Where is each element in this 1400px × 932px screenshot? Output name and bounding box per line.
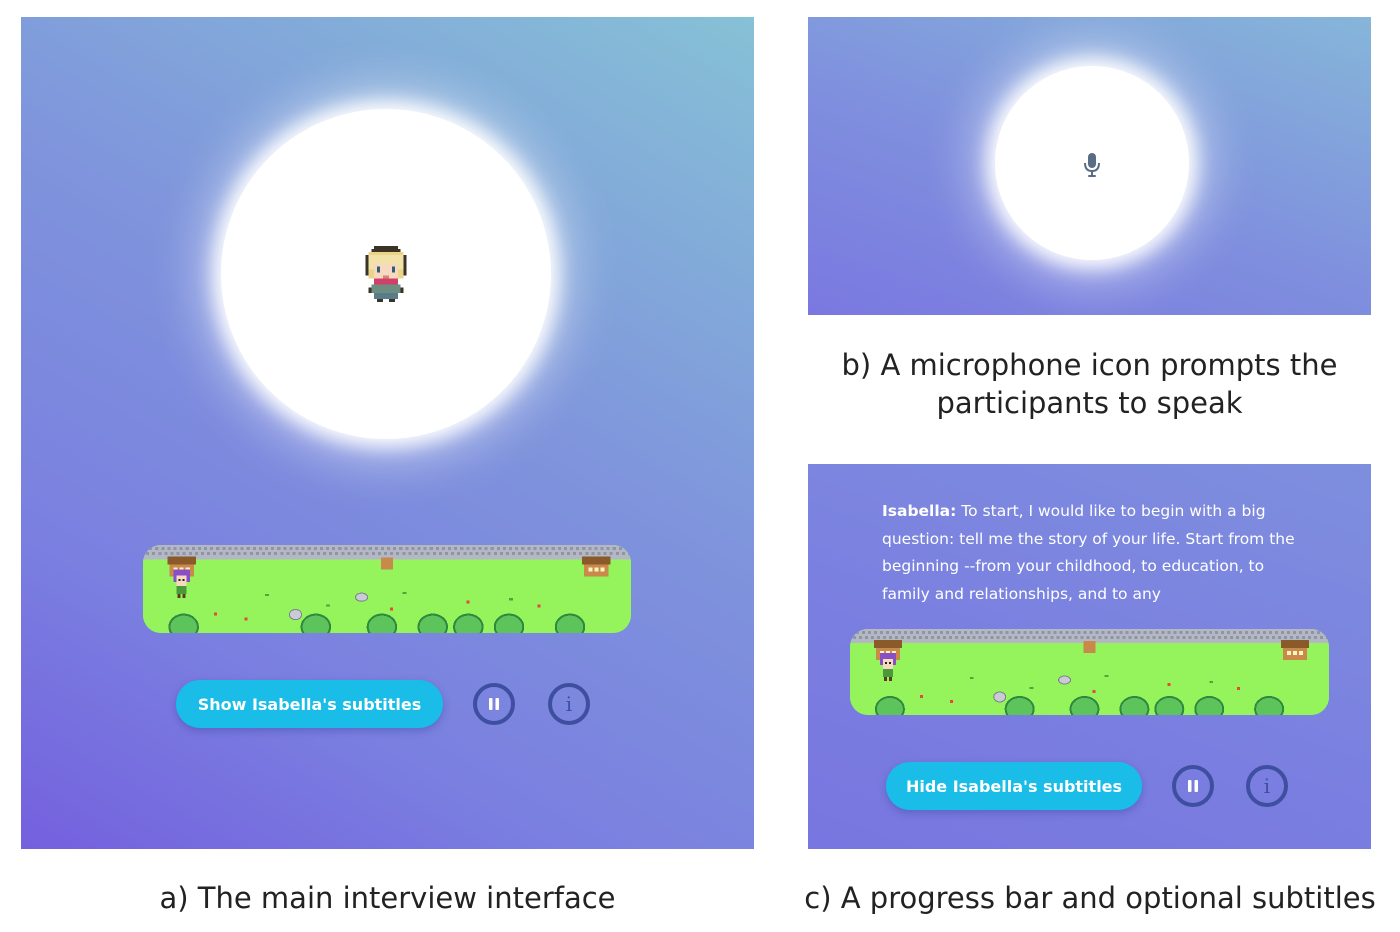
microphone-prompt-panel	[808, 17, 1371, 315]
flower	[919, 695, 923, 698]
grass-tuft	[509, 598, 514, 601]
caption-b-line1: b) A microphone icon prompts the	[841, 348, 1338, 382]
grass-tuft	[1209, 681, 1214, 683]
grass-tuft	[1104, 675, 1109, 677]
subtitles-panel: Isabella: To start, I would like to begi…	[808, 464, 1371, 849]
bush	[366, 613, 398, 633]
grass-tuft	[969, 677, 974, 679]
rock	[993, 691, 1007, 703]
caption-a: a) The main interview interface	[159, 881, 616, 915]
bush	[1194, 696, 1225, 715]
interview-progress-bar	[143, 545, 631, 633]
grass-tuft	[1029, 687, 1034, 689]
pause-button[interactable]	[1172, 765, 1214, 807]
hide-subtitles-button[interactable]: Hide Isabella's subtitles	[886, 762, 1142, 810]
main-interview-panel: Show Isabella's subtitles i	[21, 17, 754, 849]
interview-progress-bar	[850, 629, 1329, 715]
middle-signpost	[380, 557, 394, 570]
rock	[288, 608, 303, 621]
stone-wall	[850, 629, 1329, 643]
bush	[874, 696, 905, 715]
stone-wall	[143, 545, 631, 560]
speaking-orb	[995, 66, 1189, 260]
subtitle-speaker: Isabella:	[882, 502, 957, 520]
rock	[1058, 675, 1072, 685]
pause-icon	[1188, 780, 1198, 792]
caption-b: b) A microphone icon prompts the partici…	[808, 346, 1371, 422]
bush	[554, 613, 586, 633]
flower	[537, 604, 541, 608]
flower	[949, 700, 953, 703]
interviewer-avatar-icon	[365, 246, 407, 302]
bush	[168, 613, 199, 633]
pause-button[interactable]	[473, 683, 515, 725]
flower	[390, 607, 394, 611]
flower	[466, 600, 470, 604]
bush	[1004, 696, 1035, 715]
pause-icon	[489, 698, 499, 710]
flower	[1237, 687, 1241, 690]
flower	[1167, 683, 1171, 686]
end-house	[1281, 640, 1310, 660]
info-icon: i	[1263, 774, 1271, 798]
end-house	[582, 556, 611, 577]
grass-tuft	[402, 592, 407, 595]
bush	[1254, 696, 1285, 715]
bush	[1154, 696, 1185, 715]
caption-c: c) A progress bar and optional subtitles	[804, 881, 1376, 915]
grass-tuft	[326, 604, 331, 607]
progress-scene	[143, 545, 631, 633]
bush	[417, 613, 448, 633]
rock	[354, 592, 369, 602]
bush	[1069, 696, 1100, 715]
speaking-orb	[221, 109, 551, 439]
flower	[214, 612, 218, 616]
bush	[300, 613, 332, 633]
grass-tuft	[265, 594, 270, 597]
flower	[1092, 690, 1096, 693]
middle-signpost	[1083, 641, 1096, 653]
show-subtitles-button[interactable]: Show Isabella's subtitles	[176, 680, 443, 728]
bush	[1119, 696, 1150, 715]
caption-b-line2: participants to speak	[936, 386, 1243, 420]
subtitle-box: Isabella: To start, I would like to begi…	[882, 498, 1302, 608]
flower	[244, 617, 248, 621]
info-icon: i	[565, 692, 573, 716]
info-button[interactable]: i	[548, 683, 590, 725]
bush	[493, 613, 525, 633]
microphone-icon	[1084, 153, 1100, 177]
bush	[453, 613, 484, 633]
info-button[interactable]: i	[1246, 765, 1288, 807]
progress-scene	[850, 629, 1329, 715]
